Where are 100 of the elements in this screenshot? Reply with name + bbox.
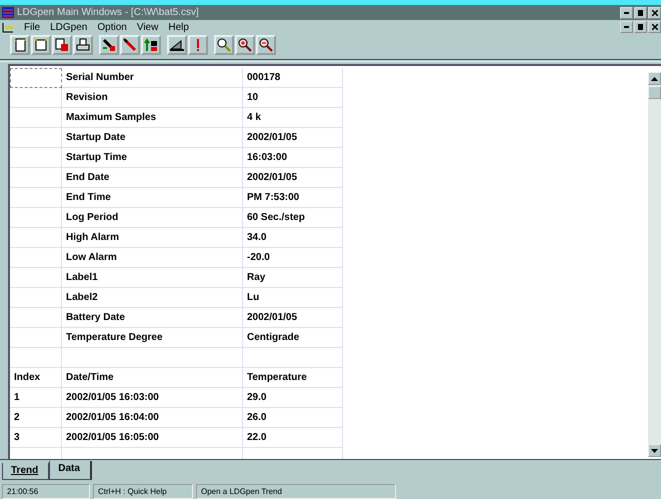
tab[interactable]: Data [49, 461, 92, 480]
download-icon [101, 37, 117, 53]
field-label: Serial Number [62, 68, 243, 88]
field-value: 2002/01/05 [243, 308, 343, 328]
magnifier-icon [216, 37, 232, 53]
table-cell: 3 [10, 428, 62, 448]
table-cell: 2002/01/05 16:05:00 [62, 428, 243, 448]
table-cell [10, 228, 62, 248]
table-cell [10, 208, 62, 228]
menu-item[interactable]: Help [168, 22, 189, 32]
field-label: Startup Time [62, 148, 243, 168]
close-icon [652, 10, 658, 16]
toolbar-button[interactable] [99, 35, 119, 55]
field-value: -20.0 [243, 248, 343, 268]
table-cell [10, 188, 62, 208]
scrollbar[interactable] [648, 72, 661, 457]
table-cell [10, 328, 62, 348]
table-cell [10, 288, 62, 308]
table-cell: 2002/01/05 16:04:00 [62, 408, 243, 428]
zoom-in-icon [237, 37, 253, 53]
minimize-icon [624, 26, 629, 28]
restore-icon [638, 10, 643, 16]
probe-icon [122, 37, 138, 53]
up-arrow-icon [651, 76, 658, 80]
toolbar-button[interactable] [120, 35, 140, 55]
menu-item[interactable]: File [24, 22, 40, 32]
document-icon [2, 22, 14, 32]
field-value: 000178 [243, 68, 343, 88]
toolbar-button[interactable] [10, 35, 30, 55]
toolbar-button[interactable] [214, 35, 234, 55]
field-value: 4 k [243, 108, 343, 128]
table-cell: 29.0 [243, 388, 343, 408]
toolbar-button[interactable] [52, 35, 72, 55]
table-cell: 2002/01/05 16:03:00 [62, 388, 243, 408]
table-cell [10, 108, 62, 128]
close-button[interactable] [648, 6, 661, 18]
minimize-icon [624, 12, 629, 14]
field-label: Log Period [62, 208, 243, 228]
close-button[interactable] [648, 21, 661, 33]
menu-item[interactable]: Option [97, 22, 127, 32]
minimize-button[interactable] [620, 21, 633, 33]
table-cell [10, 88, 62, 108]
toolbar-button[interactable] [31, 35, 51, 55]
field-label: End Time [62, 188, 243, 208]
toolbar-button[interactable] [167, 35, 187, 55]
field-label: Temperature Degree [62, 328, 243, 348]
toolbar-button[interactable] [141, 35, 161, 55]
toolbar-button[interactable] [256, 35, 276, 55]
field-value: Lu [243, 288, 343, 308]
status-text: Open a LDGpen Trend [196, 484, 396, 499]
field-label: Label2 [62, 288, 243, 308]
field-label: Startup Date [62, 128, 243, 148]
app-icon [2, 7, 14, 18]
field-value: 2002/01/05 [243, 168, 343, 188]
table-cell: 26.0 [243, 408, 343, 428]
field-value: 10 [243, 88, 343, 108]
menu-item[interactable]: View [136, 22, 158, 32]
field-value: PM 7:53:00 [243, 188, 343, 208]
scroll-thumb[interactable] [648, 86, 661, 99]
column-header: Temperature [243, 368, 343, 388]
field-label: High Alarm [62, 228, 243, 248]
table-cell [10, 168, 62, 188]
restore-button[interactable] [634, 6, 647, 18]
table-cell [10, 348, 62, 368]
field-label: Revision [62, 88, 243, 108]
table-cell: 1 [10, 388, 62, 408]
toolbar-button[interactable] [73, 35, 93, 55]
field-label: Maximum Samples [62, 108, 243, 128]
table-cell [10, 248, 62, 268]
field-value: 16:03:00 [243, 148, 343, 168]
table-cell [10, 148, 62, 168]
table-cell: 22.0 [243, 428, 343, 448]
field-value: Centigrade [243, 328, 343, 348]
print-icon [75, 37, 91, 53]
field-value: Ray [243, 268, 343, 288]
column-header: Date/Time [62, 368, 243, 388]
menu-item[interactable]: LDGpen [50, 22, 88, 32]
field-label: Label1 [62, 268, 243, 288]
window-title: LDGpen Main Windows - [C:\W\bat5.csv] [17, 7, 199, 18]
tab[interactable]: Trend [2, 463, 50, 480]
status-text: 21:00:56 [2, 484, 90, 499]
field-label: Low Alarm [62, 248, 243, 268]
column-header: Index [10, 368, 62, 388]
table-cell [10, 68, 62, 88]
minimize-button[interactable] [620, 6, 633, 18]
down-arrow-icon [651, 448, 658, 452]
field-value: 2002/01/05 [243, 128, 343, 148]
toolbar-button[interactable] [235, 35, 255, 55]
restore-button[interactable] [634, 21, 647, 33]
field-label: Battery Date [62, 308, 243, 328]
upload-icon [143, 37, 159, 53]
restore-icon [638, 24, 643, 30]
new-file-icon [12, 37, 28, 53]
zoom-out-icon [258, 37, 274, 53]
save-icon [54, 37, 70, 53]
open-file-icon [33, 37, 49, 53]
table-cell: 2 [10, 408, 62, 428]
close-icon [652, 24, 658, 30]
field-label: End Date [62, 168, 243, 188]
table-cell [10, 308, 62, 328]
